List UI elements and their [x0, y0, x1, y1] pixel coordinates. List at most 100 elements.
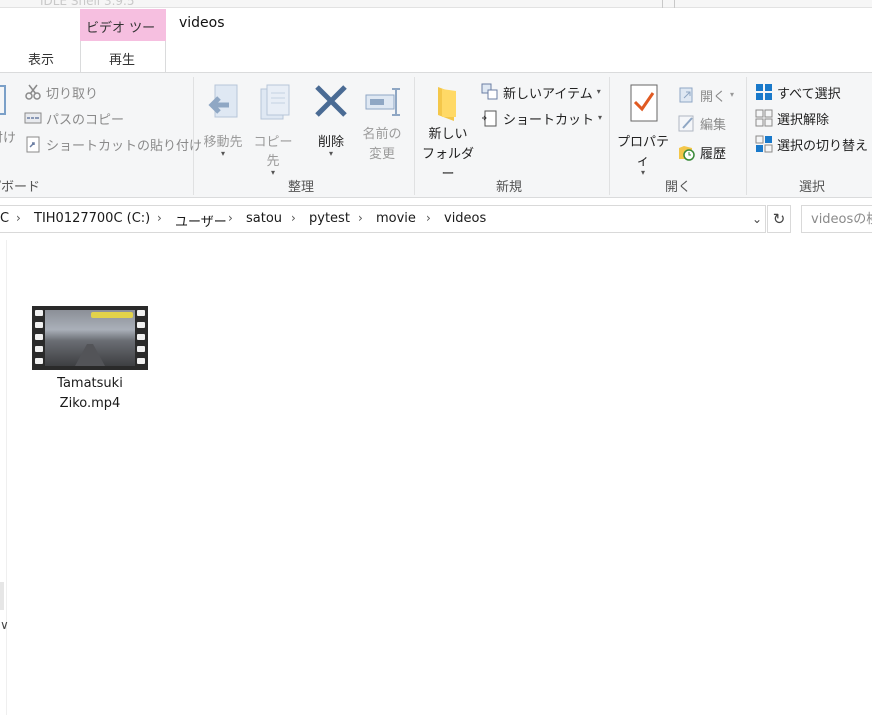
- film-perforation: [35, 334, 43, 340]
- ribbon: 付け 切り取り パスのコピー ショートカットの貼り付け クリップボード: [0, 72, 872, 198]
- history-icon: [678, 143, 696, 161]
- group-divider: [414, 77, 415, 195]
- new-folder-button[interactable]: 新しい フォルダー: [418, 83, 478, 185]
- film-perforation: [35, 358, 43, 364]
- film-perforation: [137, 358, 145, 364]
- shortcut-icon: [481, 109, 499, 127]
- copy-to-icon: [253, 83, 293, 123]
- chevron-right-icon[interactable]: ›: [358, 211, 363, 225]
- film-perforation: [137, 322, 145, 328]
- move-to-button[interactable]: 移動先 ▾: [198, 83, 248, 158]
- cut-button[interactable]: 切り取り: [24, 81, 98, 103]
- select-none-icon: [755, 109, 773, 127]
- new-item-label: 新しいアイテム: [503, 86, 593, 102]
- search-input[interactable]: [802, 206, 872, 232]
- select-all-button[interactable]: すべて選択: [755, 81, 841, 103]
- film-perforation: [137, 346, 145, 352]
- invert-selection-label: 選択の切り替え: [777, 138, 869, 154]
- chevron-down-icon: ▾: [328, 149, 333, 158]
- file-item[interactable]: Tamatsuki Ziko.mp4: [30, 302, 150, 422]
- history-button[interactable]: 履歴: [678, 141, 726, 163]
- tab-play-label: 再生: [109, 53, 136, 68]
- chevron-down-icon: ▾: [598, 113, 603, 122]
- refresh-icon[interactable]: ↻: [767, 205, 791, 233]
- navigation-pane-item-fragment[interactable]: [0, 582, 4, 610]
- rename-button[interactable]: 名前の 変更: [356, 83, 408, 165]
- breadcrumb-item[interactable]: videos: [444, 211, 486, 226]
- chevron-right-icon[interactable]: ›: [426, 211, 431, 225]
- delete-button[interactable]: 削除 ▾: [306, 83, 356, 158]
- select-all-label: すべて選択: [777, 86, 841, 102]
- copy-path-button[interactable]: パスのコピー: [24, 107, 124, 129]
- paste-shortcut-button[interactable]: ショートカットの貼り付け: [24, 133, 202, 155]
- properties-checkmark-icon: [623, 83, 663, 123]
- invert-selection-icon: [755, 135, 773, 153]
- copy-to-button[interactable]: コピー先 ▾: [248, 83, 298, 177]
- chevron-right-icon[interactable]: ›: [228, 211, 233, 225]
- video-thumbnail: [32, 306, 148, 370]
- open-label: 開く: [700, 89, 727, 105]
- edit-pencil-icon: [678, 114, 696, 132]
- group-divider: [609, 77, 610, 195]
- background-window-divider: [674, 0, 675, 8]
- breadcrumb-item[interactable]: TIH0127700C (C:): [34, 211, 150, 226]
- paste-shortcut-label: ショートカットの貼り付け: [46, 138, 203, 154]
- search-box[interactable]: [801, 205, 872, 233]
- paste-icon[interactable]: [0, 85, 6, 115]
- film-perforation: [35, 310, 43, 316]
- copy-path-label: パスのコピー: [46, 112, 125, 128]
- invert-selection-button[interactable]: 選択の切り替え: [755, 133, 868, 155]
- film-perforation: [137, 310, 145, 316]
- background-window-divider: [662, 0, 663, 8]
- chevron-down-icon: ▾: [640, 168, 645, 177]
- group-divider: [193, 77, 194, 195]
- video-frame-caption: [91, 312, 133, 318]
- tab-play[interactable]: 再生: [80, 41, 166, 73]
- address-history-chevron-down-icon[interactable]: ⌄: [748, 208, 766, 230]
- delete-x-icon: [311, 83, 351, 123]
- new-folder-label-line2: フォルダー: [421, 147, 474, 182]
- file-name-line2: Ziko.mp4: [59, 396, 121, 411]
- edit-button[interactable]: 編集: [678, 112, 726, 134]
- new-item-icon: [481, 83, 499, 101]
- film-perforation: [35, 322, 43, 328]
- new-item-button[interactable]: 新しいアイテム ▾: [481, 81, 601, 103]
- navigation-pane-chevron-icon[interactable]: ∨: [0, 618, 9, 632]
- open-button[interactable]: 開く ▾: [678, 84, 734, 106]
- tab-view[interactable]: 表示: [28, 49, 54, 68]
- new-group-label: 新規: [496, 180, 523, 195]
- folder-icon: [428, 83, 468, 123]
- select-group-label: 選択: [799, 180, 826, 195]
- rename-label-line2: 変更: [368, 147, 395, 162]
- chevron-right-icon[interactable]: ›: [291, 211, 296, 225]
- video-tools-context-header: ビデオ ツール: [80, 9, 166, 55]
- breadcrumb-item[interactable]: ユーザー: [175, 211, 227, 230]
- breadcrumb-item[interactable]: pytest: [309, 211, 350, 226]
- edit-label: 編集: [700, 117, 727, 133]
- chevron-right-icon[interactable]: ›: [157, 211, 162, 225]
- organize-group-label: 整理: [288, 180, 315, 195]
- select-none-button[interactable]: 選択解除: [755, 107, 829, 129]
- breadcrumb-item[interactable]: movie: [376, 211, 416, 226]
- select-all-icon: [755, 83, 773, 101]
- copy-to-label: コピー先: [253, 135, 293, 169]
- chevron-down-icon: ▾: [220, 149, 225, 158]
- rename-icon: [362, 83, 402, 123]
- chevron-right-icon[interactable]: ›: [16, 211, 21, 225]
- video-frame-road: [75, 344, 105, 366]
- shortcut-label: ショートカット: [503, 112, 595, 128]
- clipboard-group-label: クリップボード: [0, 176, 40, 195]
- paste-label-fragment[interactable]: 付け: [0, 127, 16, 146]
- file-name: Tamatsuki Ziko.mp4: [30, 374, 150, 414]
- group-divider: [746, 77, 747, 195]
- shortcut-button[interactable]: ショートカット ▾: [481, 107, 602, 129]
- history-label: 履歴: [700, 146, 727, 162]
- properties-button[interactable]: プロパティ ▾: [612, 83, 674, 177]
- breadcrumb-item[interactable]: C: [0, 211, 9, 226]
- delete-label: 削除: [317, 135, 344, 150]
- address-bar[interactable]: C › TIH0127700C (C:) › ユーザー › satou › py…: [0, 205, 766, 233]
- open-group-label: 開く: [665, 180, 692, 195]
- select-none-label: 選択解除: [777, 112, 830, 128]
- clipboard-group-label-text: クリップボード: [0, 180, 40, 195]
- breadcrumb-item[interactable]: satou: [246, 211, 282, 226]
